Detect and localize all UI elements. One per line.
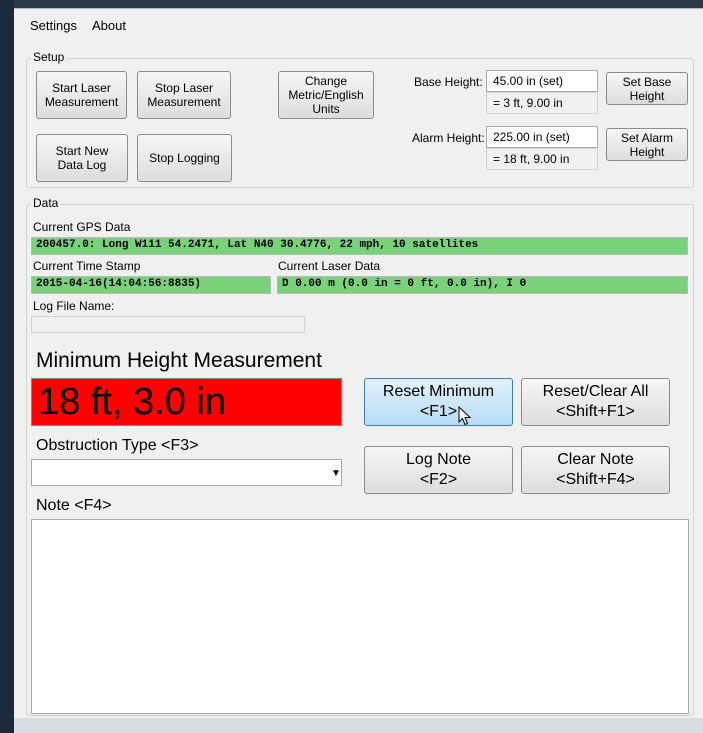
start-new-log-label: Start New Data Log (55, 144, 109, 172)
log-note-shortcut: <F2> (419, 471, 458, 488)
reset-clear-all-shortcut: <Shift+F1> (556, 403, 635, 420)
base-height-converted: = 3 ft, 9.00 in (486, 92, 598, 114)
menu-settings[interactable]: Settings (28, 12, 79, 39)
min-height-value: 18 ft, 3.0 in (31, 378, 342, 426)
reset-minimum-shortcut: <F1> (419, 403, 458, 420)
stop-laser-label: Stop Laser Measurement (147, 81, 221, 109)
log-file-value (31, 316, 305, 333)
reset-minimum-button[interactable]: Reset Minimum <F1> (364, 378, 513, 426)
time-stamp-value: 2015-04-16(14:04:56:8835) (31, 276, 271, 294)
clear-note-shortcut: <Shift+F4> (556, 471, 635, 488)
stop-logging-button[interactable]: Stop Logging (137, 134, 232, 182)
stop-logging-label: Stop Logging (149, 151, 220, 165)
log-file-label: Log File Name: (33, 299, 115, 313)
obstruction-type-label: Obstruction Type <F3> (36, 437, 199, 454)
dropdown-arrow-icon[interactable]: ▼ (331, 468, 341, 479)
alarm-height-label: Alarm Height: (412, 131, 485, 145)
mouse-cursor-icon (458, 406, 472, 426)
set-alarm-height-button[interactable]: Set Alarm Height (606, 128, 688, 161)
reset-clear-all-label: Reset/Clear All (542, 383, 649, 400)
alarm-height-converted: = 18 ft, 9.00 in (486, 148, 598, 170)
change-units-label: Change Metric/English Units (288, 74, 364, 116)
alarm-height-input[interactable]: 225.00 in (set) (486, 126, 598, 148)
min-height-title: Minimum Height Measurement (36, 349, 322, 372)
gps-label: Current GPS Data (33, 220, 131, 234)
gps-value: 200457.0: Long W111 54.2471, Lat N40 30.… (31, 237, 688, 255)
base-height-input[interactable]: 45.00 in (set) (486, 70, 598, 92)
log-note-label: Log Note (406, 451, 471, 468)
set-alarm-height-label: Set Alarm Height (620, 130, 674, 159)
base-height-label: Base Height: (414, 75, 483, 89)
set-base-height-button[interactable]: Set Base Height (606, 72, 688, 105)
start-new-log-button[interactable]: Start New Data Log (36, 134, 128, 182)
setup-group-title: Setup (31, 50, 67, 64)
window-left-border (0, 0, 14, 733)
data-group-title: Data (31, 196, 61, 210)
menu-about[interactable]: About (90, 12, 128, 39)
reset-clear-all-button[interactable]: Reset/Clear All <Shift+F1> (521, 378, 670, 426)
time-stamp-label: Current Time Stamp (33, 259, 141, 273)
laser-data-value: D 0.00 m (0.0 in = 0 ft, 0.0 in), I 0 (277, 276, 688, 294)
set-base-height-label: Set Base Height (622, 74, 672, 103)
start-laser-label: Start Laser Measurement (44, 81, 119, 109)
window-bottom-border (14, 718, 703, 733)
change-units-button[interactable]: Change Metric/English Units (278, 71, 374, 119)
reset-minimum-label: Reset Minimum (382, 383, 495, 400)
window-title-bar (14, 0, 703, 8)
clear-note-button[interactable]: Clear Note <Shift+F4> (521, 446, 670, 494)
log-note-button[interactable]: Log Note <F2> (364, 446, 513, 494)
note-label: Note <F4> (36, 497, 112, 514)
clear-note-label: Clear Note (557, 451, 634, 468)
obstruction-type-select[interactable]: ▼ (31, 459, 342, 486)
note-textarea[interactable] (31, 519, 689, 714)
laser-data-label: Current Laser Data (278, 259, 381, 273)
stop-laser-button[interactable]: Stop Laser Measurement (137, 71, 231, 119)
start-laser-button[interactable]: Start Laser Measurement (36, 71, 127, 119)
